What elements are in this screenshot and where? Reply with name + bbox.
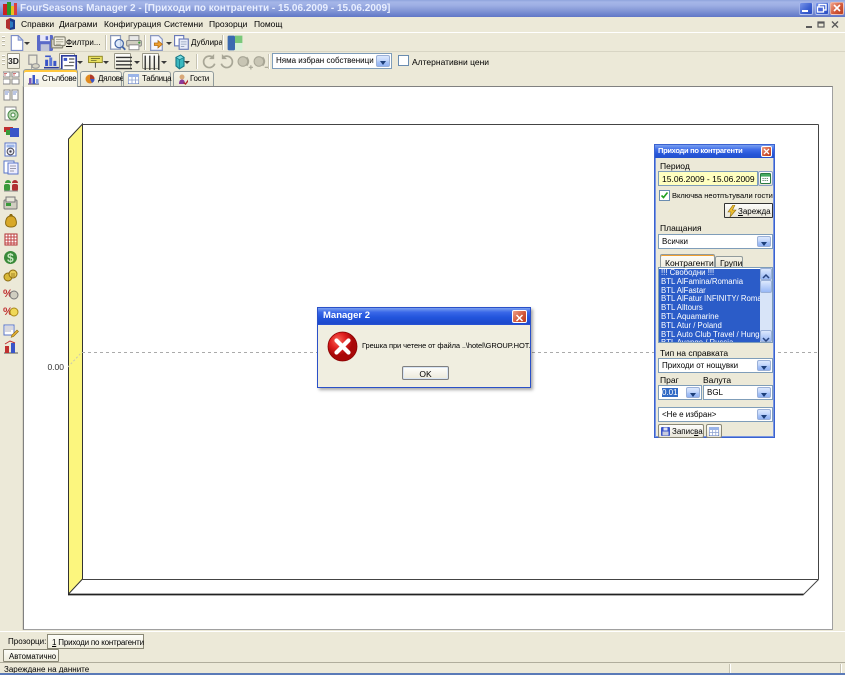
svg-text:$: $ [7, 251, 14, 265]
svg-text:0.00: 0.00 [47, 362, 64, 372]
